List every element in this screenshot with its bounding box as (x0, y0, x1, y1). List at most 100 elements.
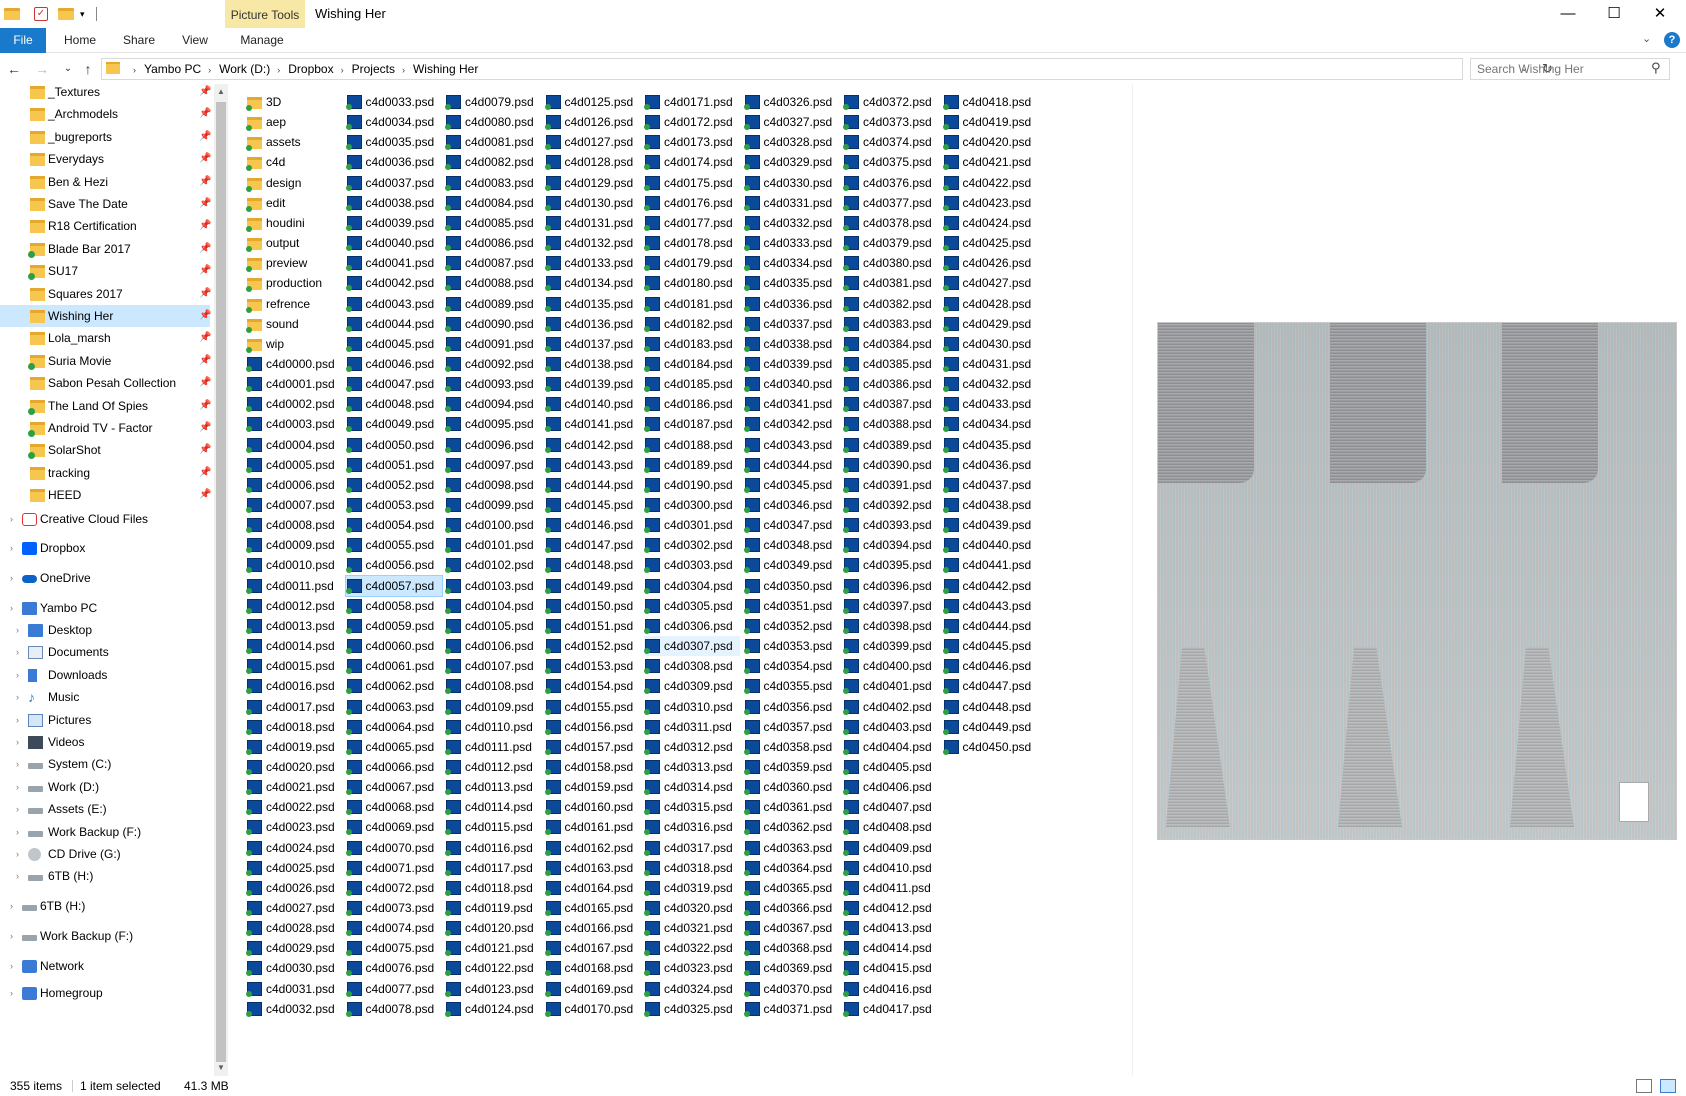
expand-chevron-icon[interactable]: › (10, 508, 13, 530)
breadcrumb-separator-icon[interactable]: › (201, 60, 219, 80)
file-item[interactable]: c4d0027.psd (246, 898, 342, 918)
file-item[interactable]: c4d0036.psd (345, 152, 442, 172)
breadcrumb-separator-icon[interactable]: › (270, 60, 288, 80)
file-item[interactable]: c4d0405.psd (843, 757, 939, 777)
file-item[interactable]: c4d0040.psd (345, 233, 442, 253)
file-item[interactable]: c4d0146.psd (544, 515, 641, 535)
file-item[interactable]: c4d0167.psd (544, 938, 641, 958)
file-item[interactable]: c4d0440.psd (942, 535, 1039, 555)
file-item[interactable]: c4d0382.psd (843, 294, 939, 314)
nav-item-pc-child[interactable]: › Documents (0, 641, 210, 663)
file-item[interactable]: c4d0359.psd (743, 757, 840, 777)
file-item[interactable]: c4d0360.psd (743, 777, 840, 797)
file-item[interactable]: c4d0354.psd (743, 656, 840, 676)
up-arrow-icon[interactable]: ↑ (78, 60, 98, 78)
file-item[interactable]: c4d0376.psd (843, 173, 939, 193)
file-item[interactable]: c4d0336.psd (743, 294, 840, 314)
file-item[interactable]: c4d0172.psd (644, 112, 740, 132)
file-item[interactable]: c4d0168.psd (544, 958, 641, 978)
file-item[interactable]: c4d0184.psd (644, 354, 740, 374)
file-item[interactable]: c4d0109.psd (445, 697, 541, 717)
file-item[interactable]: c4d0315.psd (644, 797, 740, 817)
breadcrumb-separator-icon[interactable]: › (334, 60, 352, 80)
file-item[interactable]: c4d0119.psd (445, 898, 541, 918)
file-item[interactable]: c4d0086.psd (445, 233, 541, 253)
folder-item[interactable]: aep (246, 112, 342, 132)
file-item[interactable]: c4d0124.psd (445, 999, 541, 1019)
expand-chevron-icon[interactable]: › (16, 798, 19, 820)
file-item[interactable]: c4d0329.psd (743, 152, 840, 172)
file-item[interactable]: c4d0093.psd (445, 374, 541, 394)
folder-item[interactable]: production (246, 273, 342, 293)
expand-chevron-icon[interactable]: › (10, 982, 13, 1004)
file-item[interactable]: c4d0148.psd (544, 555, 641, 575)
file-item[interactable]: c4d0422.psd (942, 173, 1039, 193)
file-item[interactable]: c4d0158.psd (544, 757, 641, 777)
file-item[interactable]: c4d0171.psd (644, 92, 740, 112)
tab-view[interactable]: View (172, 28, 218, 53)
file-item[interactable]: c4d0018.psd (246, 717, 342, 737)
file-item[interactable]: c4d0020.psd (246, 757, 342, 777)
file-item[interactable]: c4d0002.psd (246, 394, 342, 414)
file-item[interactable]: c4d0428.psd (942, 294, 1039, 314)
file-item[interactable]: c4d0050.psd (345, 435, 442, 455)
file-item[interactable]: c4d0142.psd (544, 435, 641, 455)
nav-item-pc-child[interactable]: › 6TB (H:) (0, 865, 210, 887)
tab-file[interactable]: File (0, 28, 46, 53)
quick-access-item[interactable]: Suria Movie 📌 (0, 350, 211, 372)
file-item[interactable]: c4d0112.psd (445, 757, 541, 777)
file-item[interactable]: c4d0039.psd (345, 213, 442, 233)
file-item[interactable]: c4d0371.psd (743, 999, 840, 1019)
file-item[interactable]: c4d0044.psd (345, 314, 442, 334)
file-item[interactable]: c4d0019.psd (246, 737, 342, 757)
file-item[interactable]: c4d0076.psd (345, 958, 442, 978)
pin-icon[interactable]: 📌 (199, 283, 211, 305)
file-item[interactable]: c4d0335.psd (743, 273, 840, 293)
file-item[interactable]: c4d0156.psd (544, 717, 641, 737)
file-item[interactable]: c4d0322.psd (644, 938, 740, 958)
quick-access-item[interactable]: Everydays 📌 (0, 148, 211, 170)
file-item[interactable]: c4d0443.psd (942, 596, 1039, 616)
file-item[interactable]: c4d0393.psd (843, 515, 939, 535)
file-item[interactable]: c4d0441.psd (942, 555, 1039, 575)
file-item[interactable]: c4d0170.psd (544, 999, 641, 1019)
file-item[interactable]: c4d0058.psd (345, 596, 442, 616)
file-item[interactable]: c4d0330.psd (743, 173, 840, 193)
file-item[interactable]: c4d0103.psd (445, 576, 541, 596)
file-item[interactable]: c4d0424.psd (942, 213, 1039, 233)
close-button[interactable]: ✕ (1637, 0, 1683, 28)
file-item[interactable]: c4d0420.psd (942, 132, 1039, 152)
file-item[interactable]: c4d0177.psd (644, 213, 740, 233)
file-item[interactable]: c4d0402.psd (843, 697, 939, 717)
nav-item-onedrive[interactable]: › OneDrive (0, 567, 210, 589)
file-item[interactable]: c4d0089.psd (445, 294, 541, 314)
file-item[interactable]: c4d0417.psd (843, 999, 939, 1019)
nav-item-pc-child[interactable]: › ♪ Music (0, 686, 210, 708)
file-item[interactable]: c4d0071.psd (345, 858, 442, 878)
file-item[interactable]: c4d0340.psd (743, 374, 840, 394)
file-item[interactable]: c4d0140.psd (544, 394, 641, 414)
file-item[interactable]: c4d0108.psd (445, 676, 541, 696)
file-item[interactable]: c4d0174.psd (644, 152, 740, 172)
file-item[interactable]: c4d0390.psd (843, 455, 939, 475)
pin-icon[interactable]: 📌 (199, 350, 211, 372)
file-item[interactable]: c4d0349.psd (743, 555, 840, 575)
expand-chevron-icon[interactable]: › (10, 567, 13, 589)
file-item[interactable]: c4d0064.psd (345, 717, 442, 737)
file-item[interactable]: c4d0165.psd (544, 898, 641, 918)
file-item[interactable]: c4d0341.psd (743, 394, 840, 414)
file-item[interactable]: c4d0051.psd (345, 455, 442, 475)
properties-icon[interactable]: ✓ (34, 5, 50, 23)
file-item[interactable]: c4d0319.psd (644, 878, 740, 898)
breadcrumb-item[interactable]: Yambo PC (144, 59, 201, 79)
file-item[interactable]: c4d0021.psd (246, 777, 342, 797)
expand-chevron-icon[interactable]: › (10, 925, 13, 947)
file-item[interactable]: c4d0060.psd (345, 636, 442, 656)
expand-chevron-icon[interactable]: › (10, 895, 13, 917)
file-item[interactable]: c4d0072.psd (345, 878, 442, 898)
folder-item[interactable]: edit (246, 193, 342, 213)
file-item[interactable]: c4d0326.psd (743, 92, 840, 112)
file-item[interactable]: c4d0106.psd (445, 636, 541, 656)
tab-share[interactable]: Share (116, 28, 162, 53)
quick-access-item[interactable]: SU17 📌 (0, 260, 211, 282)
